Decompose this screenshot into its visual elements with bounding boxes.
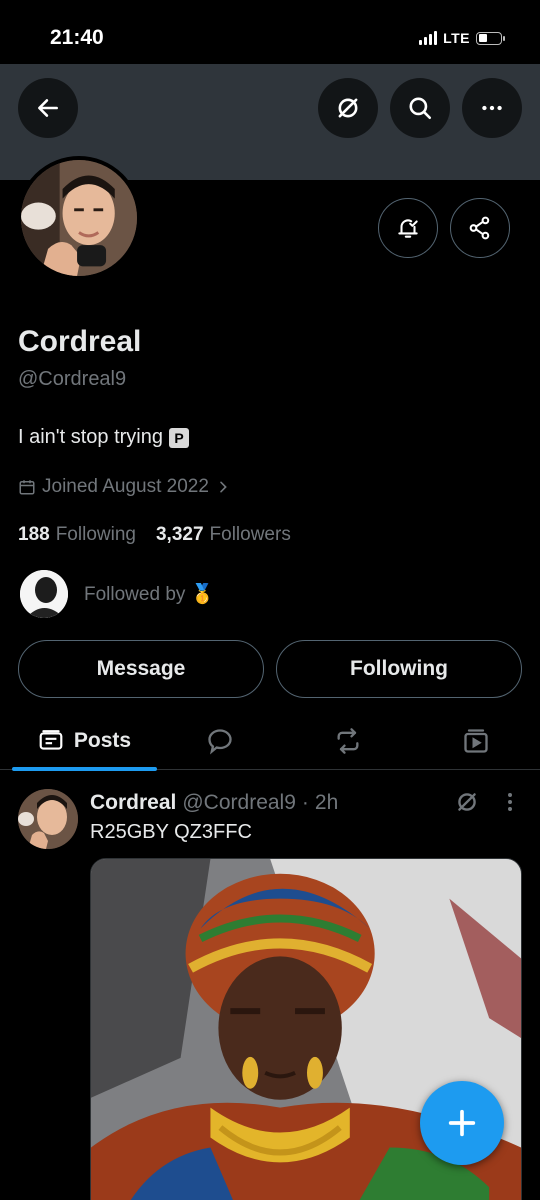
profile-bio: I ain't stop trying P [18,426,189,449]
more-vertical-icon [508,793,512,811]
message-button[interactable]: Message [18,640,264,698]
tab-media[interactable] [446,712,506,770]
followers-count[interactable]: 3,327 [156,524,204,546]
following-label[interactable]: Following [56,524,136,546]
back-button[interactable] [18,78,78,138]
post-more-button[interactable] [500,791,520,818]
follow-counts: 188 Following 3,327 Followers [18,524,291,546]
grok-icon [338,98,358,118]
more-button[interactable] [462,78,522,138]
post-separator: · [301,791,309,814]
grok-button[interactable] [318,78,378,138]
more-horizontal-icon [482,105,502,111]
grok-icon [458,793,476,811]
joined-date[interactable]: Joined August 2022 [18,476,231,498]
notifications-button[interactable] [378,198,438,258]
signal-icon [419,31,438,45]
parking-badge: P [169,427,189,448]
arrow-left-icon [38,99,58,117]
post-author-handle[interactable]: @Cordreal9 [182,791,296,815]
network-label: LTE [443,30,470,46]
profile-tabs: Posts [0,712,540,770]
tab-reposts[interactable] [318,712,378,770]
bell-check-icon [398,219,418,238]
status-indicators: LTE [419,30,505,46]
post-author-name[interactable]: Cordreal [90,791,176,815]
medal-emoji: 🥇 [190,584,215,605]
avatar-image [21,160,137,276]
followed-by-row[interactable]: Followed by 🥇 [20,570,214,618]
search-button[interactable] [390,78,450,138]
profile-name: Cordreal [18,325,142,358]
follower-avatar [20,570,68,618]
share-button[interactable] [450,198,510,258]
post-text: R25GBY QZ3FFC [90,821,252,843]
reposts-icon [337,728,359,754]
profile-handle: @Cordreal9 [18,368,127,390]
following-button[interactable]: Following [276,640,522,698]
following-count[interactable]: 188 [18,524,50,546]
tab-posts[interactable]: Posts [12,712,157,770]
post-header: Cordreal @Cordreal9 · 2h [90,791,338,815]
media-icon [464,729,488,753]
tab-replies[interactable] [190,712,250,770]
plus-icon [448,1109,476,1137]
posts-icon [39,730,63,750]
post-grok-button[interactable] [454,789,480,820]
post-avatar[interactable] [18,789,78,849]
battery-icon [476,31,505,45]
share-icon [469,216,490,240]
chevron-right-icon [220,481,227,493]
search-icon [409,97,432,120]
followers-label[interactable]: Followers [210,524,291,546]
joined-text: Joined August 2022 [42,476,209,497]
tab-posts-label: Posts [73,729,132,752]
compose-button[interactable] [420,1081,504,1165]
profile-avatar[interactable] [17,156,141,280]
replies-icon [208,729,232,755]
followed-by-text: Followed by 🥇 [84,584,215,605]
calendar-icon [19,480,35,495]
post-time: 2h [314,791,339,814]
status-time: 21:40 [50,26,104,49]
bio-text: I ain't stop trying [18,426,163,448]
status-bar: 21:40 LTE [0,0,540,64]
